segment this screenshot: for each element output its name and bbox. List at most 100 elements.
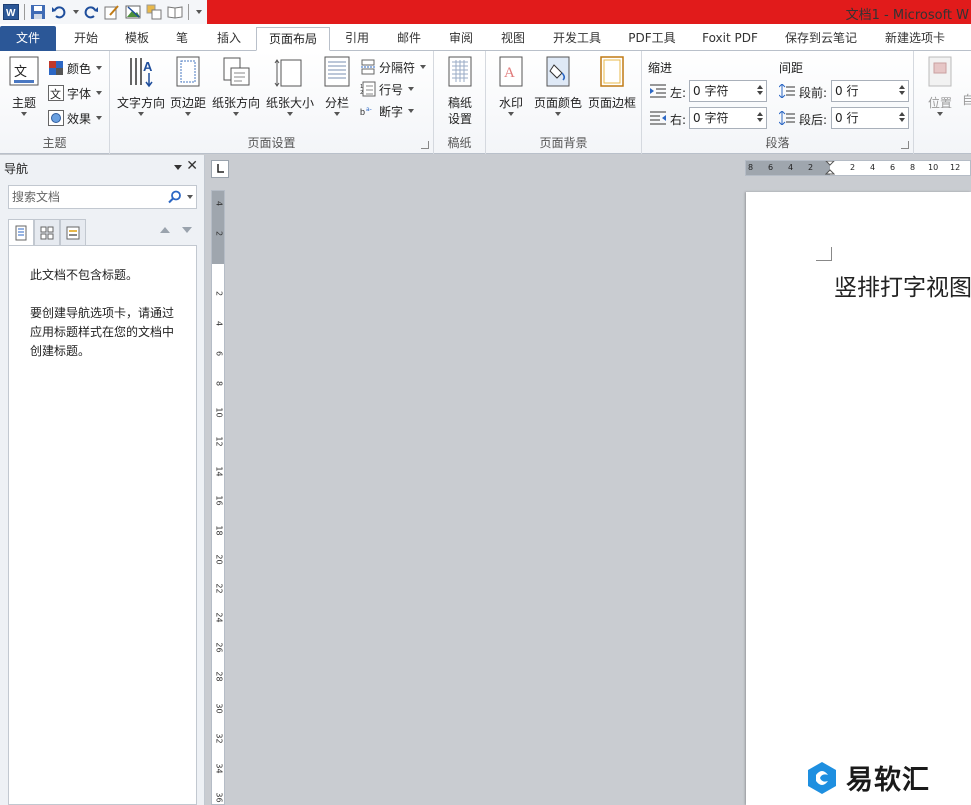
group-manuscript: 稿纸 设置 稿纸 xyxy=(434,51,486,154)
tab-foxit-pdf[interactable]: Foxit PDF xyxy=(698,27,762,51)
ruler-tick-label: 12 xyxy=(950,163,961,172)
paper-size-icon xyxy=(274,59,302,87)
undo-dropdown-icon[interactable] xyxy=(71,3,79,21)
ruler-tick-label: 2 xyxy=(214,290,224,297)
tab-pdf-tools[interactable]: PDF工具 xyxy=(624,27,680,51)
page-borders-icon xyxy=(600,56,624,87)
save-icon[interactable] xyxy=(29,3,47,21)
navigation-title: 导航 xyxy=(4,162,29,176)
indent-right-input[interactable]: 0 字符 xyxy=(689,107,767,129)
document-text[interactable]: 竖排打字视图 xyxy=(834,268,971,302)
tab-stop-selector[interactable] xyxy=(211,160,229,178)
tab-pen[interactable]: 笔 xyxy=(172,27,192,51)
next-heading-icon[interactable] xyxy=(182,227,192,233)
watermark-text: 易软汇 xyxy=(846,765,930,796)
horizontal-ruler[interactable]: 8 6 4 2 2 4 6 8 10 12 xyxy=(745,160,971,176)
search-options-icon[interactable] xyxy=(187,195,193,199)
spacing-after-label: 段后: xyxy=(799,113,828,127)
orientation-button[interactable]: 纸张方向 xyxy=(210,55,262,116)
spinner-arrows[interactable] xyxy=(899,110,906,126)
tab-developer[interactable]: 开发工具 xyxy=(548,27,606,51)
ruler-tick-label: 18 xyxy=(214,525,224,536)
wrap-text-button[interactable]: 自 xyxy=(962,55,971,108)
navigation-view-tabs xyxy=(8,219,86,245)
layout-icon[interactable] xyxy=(145,3,163,21)
text-direction-button[interactable]: A 文字方向 xyxy=(116,55,166,116)
read-mode-icon[interactable] xyxy=(166,3,184,21)
tab-page-layout[interactable]: 页面布局 xyxy=(256,27,330,51)
hyphenation-button[interactable]: b a- 断字 xyxy=(360,100,415,122)
group-label-paragraph: 段落 xyxy=(765,136,790,150)
line-numbers-button[interactable]: 12 行号 xyxy=(360,78,415,100)
page-color-icon xyxy=(546,56,570,87)
tab-mailings[interactable]: 邮件 xyxy=(392,27,426,51)
group-label-page-background: 页面背景 xyxy=(539,136,588,150)
ruler-tick-label: 22 xyxy=(214,583,224,594)
ruler-tick-label: 34 xyxy=(214,763,224,774)
themes-button[interactable]: 文 主题 xyxy=(6,55,42,116)
columns-icon xyxy=(324,56,350,87)
page-color-button[interactable]: 页面颜色 xyxy=(532,55,584,116)
spinner-arrows[interactable] xyxy=(899,83,906,99)
theme-colors-button[interactable]: 颜色 xyxy=(48,57,103,79)
tab-new-tab[interactable]: 新建选项卡 xyxy=(880,27,950,51)
themes-icon: 文 xyxy=(9,56,39,86)
spacing-before-input[interactable]: 0 行 xyxy=(831,80,909,102)
page-borders-button[interactable]: 页面边框 xyxy=(586,55,638,111)
pane-options-icon[interactable] xyxy=(174,165,182,170)
tab-save-to-cloud-notes[interactable]: 保存到云笔记 xyxy=(780,27,862,51)
spinner-arrows[interactable] xyxy=(757,83,764,99)
group-label-manuscript: 稿纸 xyxy=(447,136,472,150)
breaks-button[interactable]: 分隔符 xyxy=(360,56,427,78)
dropdown-caret xyxy=(334,112,340,116)
tab-references[interactable]: 引用 xyxy=(340,27,374,51)
edit-icon[interactable] xyxy=(103,3,121,21)
indent-marker-icon[interactable] xyxy=(825,161,835,175)
browse-pages-tab[interactable] xyxy=(34,219,60,245)
group-label-page-setup: 页面设置 xyxy=(247,136,296,150)
size-button[interactable]: 纸张大小 xyxy=(264,55,316,116)
group-arrange: 位置 自 xyxy=(914,51,971,154)
create-headings-hint: 要创建导航选项卡，请通过应用标题样式在您的文档中创建标题。 xyxy=(30,306,175,358)
margins-button[interactable]: 页边距 xyxy=(168,55,208,116)
image-icon[interactable] xyxy=(124,3,142,21)
search-icon[interactable] xyxy=(168,190,182,204)
tab-templates[interactable]: 模板 xyxy=(118,27,156,51)
redo-icon[interactable] xyxy=(82,3,100,21)
columns-button[interactable]: 分栏 xyxy=(320,55,354,116)
spacing-after-input[interactable]: 0 行 xyxy=(831,107,909,129)
browse-results-tab[interactable] xyxy=(60,219,86,245)
word-app-icon[interactable]: W xyxy=(2,3,20,21)
theme-effects-button[interactable]: 效果 xyxy=(48,107,103,129)
crop-mark xyxy=(816,247,832,261)
svg-text:文: 文 xyxy=(14,65,27,80)
margins-icon xyxy=(176,56,200,87)
previous-heading-icon[interactable] xyxy=(160,227,170,233)
title-bar: W 文档1 - Microsoft W xyxy=(0,0,971,24)
search-document-input[interactable]: 搜索文档 xyxy=(8,185,197,209)
customize-qat-icon[interactable] xyxy=(193,3,203,21)
tab-insert[interactable]: 插入 xyxy=(210,27,248,51)
dropdown-caret xyxy=(508,112,514,116)
manuscript-settings-button[interactable]: 稿纸 设置 xyxy=(440,55,480,127)
tab-home[interactable]: 开始 xyxy=(68,27,104,51)
ruler-tick-label: 16 xyxy=(214,495,224,506)
theme-fonts-button[interactable]: 文 字体 xyxy=(48,82,103,104)
paragraph-launcher[interactable] xyxy=(901,141,909,149)
spinner-arrows[interactable] xyxy=(757,110,764,126)
page-setup-launcher[interactable] xyxy=(421,141,429,149)
tab-review[interactable]: 审阅 xyxy=(444,27,478,51)
spacing-before-label: 段前: xyxy=(799,86,828,100)
browse-headings-tab[interactable] xyxy=(8,219,34,245)
document-page[interactable]: 竖排打字视图 xyxy=(746,192,971,805)
watermark-icon: A xyxy=(499,56,523,87)
vertical-ruler[interactable]: 4 2 2 4 6 8 10 12 14 16 18 20 22 24 26 28 30 32 34 36 xyxy=(211,190,225,805)
indent-left-input[interactable]: 0 字符 xyxy=(689,80,767,102)
close-icon[interactable]: ✕ xyxy=(186,158,198,174)
indent-right-label: 右: xyxy=(670,113,687,127)
tab-file[interactable]: 文件 xyxy=(0,26,56,51)
undo-icon[interactable] xyxy=(50,3,68,21)
watermark-button[interactable]: A 水印 xyxy=(494,55,528,116)
tab-view[interactable]: 视图 xyxy=(496,27,530,51)
position-button[interactable]: 位置 xyxy=(922,55,958,116)
